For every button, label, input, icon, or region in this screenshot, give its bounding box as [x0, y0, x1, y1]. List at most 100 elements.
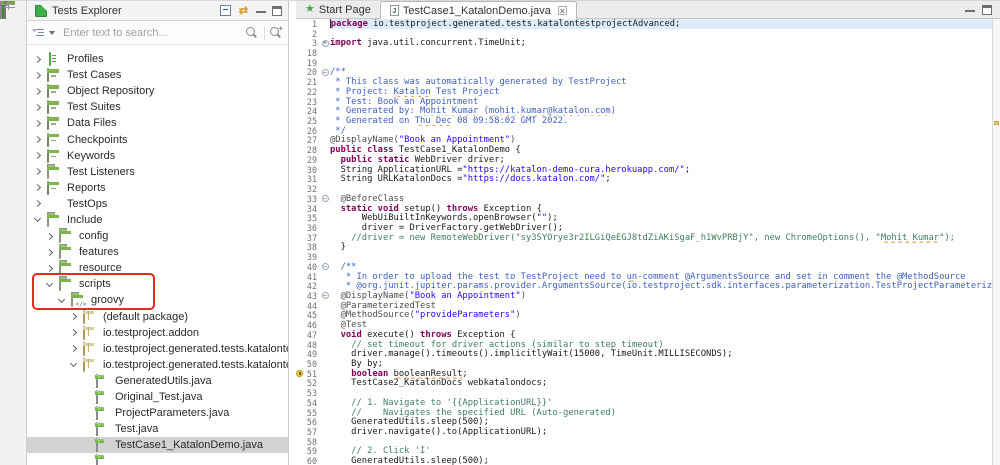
tree-item[interactable] [27, 453, 288, 465]
code-text[interactable]: @MethodSource("provideParameters") [330, 310, 992, 320]
tree-item-io-testproject-generated-tests-katalontestprojectadv[interactable]: io.testproject.generated.tests.katalonte… [27, 357, 288, 373]
chevron-right-icon[interactable] [70, 345, 77, 352]
minimize-icon[interactable] [965, 9, 975, 12]
code-line[interactable]: 53 [296, 388, 992, 398]
code-line[interactable]: 56 GeneratedUtils.sleep(500); [296, 417, 992, 427]
code-text[interactable]: * Generated by: Mohit Kumar (mohit.kumar… [330, 106, 992, 116]
code-text[interactable]: * In order to upload the test to TestPro… [330, 272, 992, 282]
code-text[interactable]: public static WebDriver driver; [330, 155, 992, 165]
code-line[interactable]: 41 * In order to upload the test to Test… [296, 272, 992, 282]
code-line[interactable]: 22 * Project: Katalon Test Project [296, 87, 992, 97]
collapse-fold-icon[interactable]: – [322, 292, 329, 299]
code-line[interactable]: 49 driver.manage().timeouts().implicitly… [296, 349, 992, 359]
chevron-right-icon[interactable] [70, 329, 77, 336]
tree-item-projectparameters-java[interactable]: ProjectParameters.java [27, 405, 288, 421]
code-text[interactable]: //driver = new RemoteWebDriver("sy3SYOry… [330, 233, 992, 243]
warning-marker[interactable] [994, 121, 999, 125]
chevron-down-icon[interactable] [34, 215, 41, 222]
chevron-right-icon[interactable] [34, 104, 41, 111]
advanced-search-icon[interactable]: + [269, 26, 282, 39]
code-text[interactable]: * @org.junit.jupiter.params.provider.Arg… [330, 281, 992, 291]
chevron-right-icon[interactable] [34, 56, 41, 63]
code-text[interactable]: /** [330, 67, 992, 77]
code-text[interactable]: WebUiBuiltInKeywords.openBrowser(""); [330, 213, 992, 223]
code-line[interactable]: 44 @ParameterizedTest [296, 301, 992, 311]
code-line[interactable]: 42 * @org.junit.jupiter.params.provider.… [296, 281, 992, 291]
editor-tab-testcase1-katalondemo-java[interactable]: TestCase1_KatalonDemo.java✕ [380, 1, 577, 19]
collapse-fold-icon[interactable]: – [322, 263, 329, 270]
code-line[interactable]: 46 @Test [296, 320, 992, 330]
chevron-right-icon[interactable] [34, 184, 41, 191]
code-text[interactable]: package io.testproject.generated.tests.k… [330, 19, 992, 29]
chevron-right-icon[interactable] [46, 265, 53, 272]
chevron-down-icon[interactable] [58, 296, 65, 303]
code-line[interactable]: 57 driver.navigate().to(ApplicationURL); [296, 427, 992, 437]
search-icon[interactable] [245, 26, 258, 39]
tree-item-include[interactable]: Include [27, 212, 288, 228]
code-line[interactable]: 50 By by; [296, 359, 992, 369]
code-line[interactable]: 20–/** [296, 68, 992, 78]
code-text[interactable]: String URLKatalonDocs ="https://docs.kat… [330, 174, 992, 184]
code-line[interactable]: 54 // 1. Navigate to '{{ApplicationURL}}… [296, 398, 992, 408]
code-line[interactable]: 23 * Test: Book an Appointment [296, 97, 992, 107]
filter-list-icon[interactable] [33, 28, 44, 37]
table-view-icon[interactable] [4, 1, 6, 18]
code-text[interactable]: */ [330, 126, 992, 136]
code-line[interactable]: 60 GeneratedUtils.sleep(500); [296, 456, 992, 465]
code-line[interactable]: 43– @DisplayName("Book an Appointment") [296, 291, 992, 301]
code-text[interactable]: * This class was automatically generated… [330, 77, 992, 87]
code-line[interactable]: 34 static void setup() throws Exception … [296, 204, 992, 214]
code-text[interactable]: // 2. Click 'I' [330, 446, 992, 456]
code-text[interactable]: public class TestCase1_KatalonDemo { [330, 145, 992, 155]
chevron-right-icon[interactable] [34, 152, 41, 159]
code-text[interactable]: @DisplayName("Book an Appointment") [330, 135, 992, 145]
overview-ruler[interactable] [992, 19, 1000, 465]
code-line[interactable]: 24 * Generated by: Mohit Kumar (mohit.ku… [296, 106, 992, 116]
code-text[interactable]: @BeforeClass [330, 194, 992, 204]
expand-fold-icon[interactable]: + [322, 40, 329, 47]
code-line[interactable]: 2 [296, 29, 992, 39]
chevron-right-icon[interactable] [46, 233, 53, 240]
code-line[interactable]: 59 // 2. Click 'I' [296, 447, 992, 457]
tree-item-testops[interactable]: TestOps [27, 196, 288, 212]
link-with-editor-icon[interactable]: ⇄ [237, 5, 250, 17]
code-line[interactable]: 55 // Navigates the specified URL (Auto-… [296, 408, 992, 418]
code-line[interactable]: 47 void execute() throws Exception { [296, 330, 992, 340]
code-line[interactable]: 45 @MethodSource("provideParameters") [296, 311, 992, 321]
minimize-icon[interactable] [256, 10, 266, 13]
chevron-right-icon[interactable] [34, 200, 41, 207]
maximize-icon[interactable] [272, 6, 282, 16]
code-text[interactable]: @Test [330, 320, 992, 330]
chevron-right-icon[interactable] [34, 88, 41, 95]
tree-item--default-package-[interactable]: (default package) [27, 309, 288, 325]
code-text[interactable]: * Test: Book an Appointment [330, 97, 992, 107]
code-line[interactable]: 48 // set timeout for driver actions (si… [296, 340, 992, 350]
chevron-right-icon[interactable] [46, 249, 53, 256]
code-text[interactable]: * Project: Katalon Test Project [330, 87, 992, 97]
chevron-right-icon[interactable] [34, 120, 41, 127]
code-line[interactable]: 28public class TestCase1_KatalonDemo { [296, 145, 992, 155]
code-text[interactable]: GeneratedUtils.sleep(500); [330, 456, 992, 465]
code-line[interactable]: 51 boolean booleanResult; [296, 369, 992, 379]
code-text[interactable]: void execute() throws Exception { [330, 330, 992, 340]
code-line[interactable]: 32 [296, 184, 992, 194]
code-line[interactable]: 27@DisplayName("Book an Appointment") [296, 136, 992, 146]
code-line[interactable]: 35 WebUiBuiltInKeywords.openBrowser(""); [296, 213, 992, 223]
code-line[interactable]: 19 [296, 58, 992, 68]
editor-tab-start-page[interactable]: ★Start Page [296, 1, 380, 18]
code-line[interactable]: 37 //driver = new RemoteWebDriver("sy3SY… [296, 233, 992, 243]
tree-item-test-cases[interactable]: Test Cases [27, 67, 288, 83]
chevron-right-icon[interactable] [34, 136, 41, 143]
code-text[interactable]: driver.manage().timeouts().implicitlyWai… [330, 349, 992, 359]
code-text[interactable]: /** [330, 262, 992, 272]
tree-item-groovy[interactable]: </>groovy [27, 292, 288, 308]
code-line[interactable]: 52 TestCase2_KatalonDocs webkatalondocs; [296, 379, 992, 389]
tree-item-generatedutils-java[interactable]: GeneratedUtils.java [27, 373, 288, 389]
code-line[interactable]: 33– @BeforeClass [296, 194, 992, 204]
tree-item-io-testproject-addon[interactable]: io.testproject.addon [27, 325, 288, 341]
code-text[interactable]: @DisplayName("Book an Appointment") [330, 291, 992, 301]
search-input[interactable] [61, 26, 241, 40]
code-text[interactable]: // Navigates the specified URL (Auto-gen… [330, 408, 992, 418]
tree-item-testcase1-katalondemo-java[interactable]: TestCase1_KatalonDemo.java [27, 437, 288, 453]
tree-item-config[interactable]: config [27, 228, 288, 244]
